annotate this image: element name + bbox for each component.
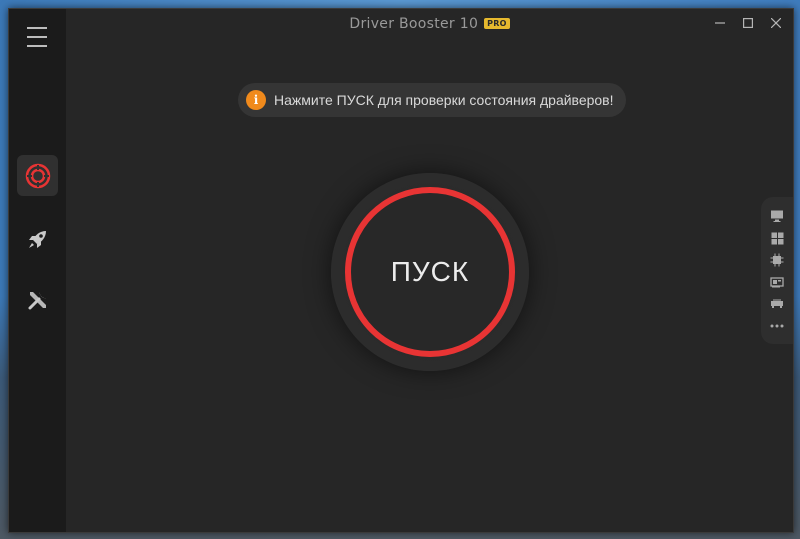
rail-chip[interactable] [766, 249, 788, 271]
rail-windows[interactable] [766, 227, 788, 249]
windows-icon [771, 232, 783, 244]
minimize-button[interactable] [709, 13, 731, 33]
window-controls [709, 13, 787, 33]
more-icon [770, 324, 784, 328]
sidebar [9, 9, 66, 532]
rail-device[interactable] [766, 293, 788, 315]
sidebar-item-boost[interactable] [17, 218, 58, 259]
rocket-icon [28, 230, 46, 248]
close-button[interactable] [765, 13, 787, 33]
target-icon [25, 163, 50, 188]
chip-icon [770, 253, 784, 267]
tools-icon [28, 291, 46, 309]
maximize-icon [743, 18, 753, 28]
scan-button[interactable]: ПУСК [345, 187, 515, 357]
maximize-button[interactable] [737, 13, 759, 33]
scan-button-label: ПУСК [390, 256, 470, 287]
rail-network-card[interactable] [766, 271, 788, 293]
menu-icon[interactable] [23, 27, 51, 47]
network-card-icon [770, 277, 784, 288]
scan-button-frame: ПУСК [331, 173, 529, 371]
window-title: Driver Booster 10 PRO [66, 16, 793, 32]
rail-more[interactable] [766, 315, 788, 337]
info-icon: i [246, 90, 266, 110]
monitor-icon [771, 210, 783, 222]
pro-badge: PRO [484, 18, 510, 29]
device-icon [771, 299, 783, 308]
app-name: Driver Booster 10 [349, 16, 479, 32]
close-icon [771, 18, 781, 28]
notice-text: Нажмите ПУСК для проверки состояния драй… [274, 92, 614, 108]
sidebar-item-tools[interactable] [17, 279, 58, 320]
title-bar[interactable]: Driver Booster 10 PRO [66, 9, 793, 39]
sidebar-item-scan[interactable] [17, 155, 58, 196]
right-rail [761, 197, 793, 344]
minimize-icon [715, 22, 725, 24]
driver-booster-window: Driver Booster 10 PRO i Нажмите ПУСК для … [8, 8, 794, 533]
rail-monitor[interactable] [766, 205, 788, 227]
notice-banner: i Нажмите ПУСК для проверки состояния др… [238, 83, 626, 117]
